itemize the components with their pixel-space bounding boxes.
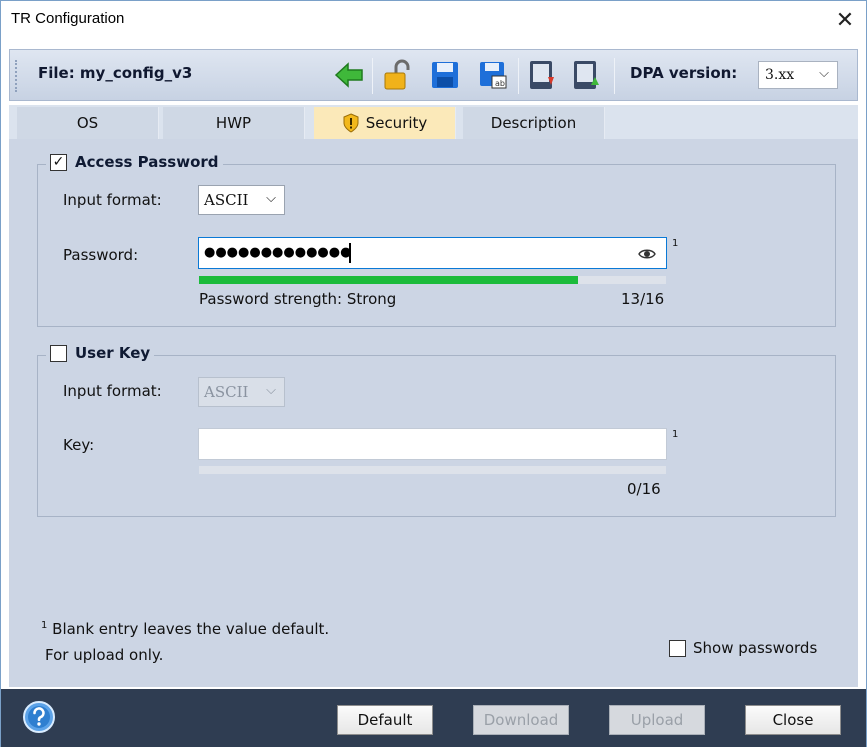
back-button[interactable] [332,58,366,92]
text-caret [349,243,351,263]
password-strength-text: Password strength: Strong [199,290,397,308]
help-icon[interactable] [21,699,57,735]
input-format-select[interactable]: ASCII ⌵ [198,185,285,215]
key-strength-bar [199,466,666,474]
save-as-icon: ab [480,62,507,89]
show-passwords-label: Show passwords [693,639,818,657]
show-passwords-toggle[interactable]: Show passwords [669,639,817,657]
shield-warning-icon [342,113,360,133]
back-arrow-icon [334,62,363,88]
tab-label: OS [76,114,99,132]
user-key-input-format-select[interactable]: ASCII ⌵ [198,377,285,407]
password-input[interactable]: ●●●●●●●●●●●●● [198,237,667,269]
tab-label: HWP [215,114,252,132]
tab-bar: OS HWP Security Description [9,105,858,139]
footnote-marker: 1 [672,238,679,249]
footnote-line-2: For upload only. [45,646,164,664]
toolbar: File: my_config_v3 ab DPA version: 3.xx … [9,49,858,101]
toolbar-separator [614,58,615,94]
eye-icon[interactable] [638,246,656,264]
toolbar-separator [372,58,373,94]
chevron-down-icon: ⌵ [819,66,829,81]
user-key-legend: User Key [46,344,155,362]
password-label: Password: [63,246,139,264]
key-label: Key: [63,436,95,454]
password-mask: ●●●●●●●●●●●●● [204,245,352,260]
close-button[interactable]: Close [745,705,841,735]
footnote: 1 Blank entry leaves the value default. … [41,613,329,668]
footnote-text: Blank entry leaves the value default. [52,620,330,638]
chevron-down-icon: ⌵ [266,191,276,206]
close-window-button[interactable]: ✕ [828,5,862,35]
save-as-button[interactable]: ab [476,58,510,92]
chevron-down-icon: ⌵ [266,383,276,398]
footnote-line-1: 1 Blank entry leaves the value default. [41,613,329,642]
download-device-button[interactable] [526,58,560,92]
dpa-version-select[interactable]: 3.xx ⌵ [758,61,838,89]
show-passwords-checkbox[interactable] [669,639,686,657]
password-char-count: 13/16 [621,290,665,308]
user-key-checkbox[interactable] [50,344,67,362]
upload-device-icon [574,61,599,89]
download-device-icon [530,61,554,89]
download-button[interactable]: Download [473,705,569,735]
key-input[interactable] [198,428,667,460]
svg-text:ab: ab [495,79,505,88]
tab-label: Security [365,114,428,132]
bottom-bar: Default Download Upload Close [1,689,866,747]
window-title: TR Configuration [11,10,125,27]
tab-os[interactable]: OS [17,107,159,139]
footnote-mark: 1 [41,620,48,631]
tab-hwp[interactable]: HWP [163,107,305,139]
user-key-input-format-label: Input format: [63,382,162,400]
access-password-title: Access Password [75,153,219,171]
user-key-input-format-value: ASCII [204,383,249,401]
key-char-count: 0/16 [627,480,661,498]
default-button[interactable]: Default [337,705,433,735]
upload-button[interactable]: Upload [609,705,705,735]
unlock-button[interactable] [380,58,414,92]
upload-device-button[interactable] [570,58,604,92]
save-icon [432,62,458,88]
toolbar-separator [518,58,519,94]
footnote-marker: 1 [672,429,679,440]
security-pane: ✓ Access Password Input format: ASCII ⌵ … [9,139,858,687]
input-format-value: ASCII [204,191,249,209]
access-password-legend: ✓ Access Password [46,153,223,171]
file-label: File: my_config_v3 [38,64,193,82]
dpa-version-value: 3.xx [765,67,795,83]
title-bar: TR Configuration ✕ [1,1,866,39]
tr-configuration-window: TR Configuration ✕ File: my_config_v3 ab… [0,0,867,747]
toolbar-grip[interactable] [15,60,19,92]
password-strength-fill [199,276,579,284]
tab-security[interactable]: Security [314,107,456,139]
access-password-checkbox[interactable]: ✓ [50,153,67,171]
tab-description[interactable]: Description [463,107,605,139]
unlock-icon [384,59,410,90]
password-strength-bar [199,276,666,284]
tab-label: Description [490,114,577,132]
save-button[interactable] [428,58,462,92]
user-key-title: User Key [75,344,151,362]
input-format-label: Input format: [63,191,162,209]
dpa-version-label: DPA version: [630,64,738,82]
